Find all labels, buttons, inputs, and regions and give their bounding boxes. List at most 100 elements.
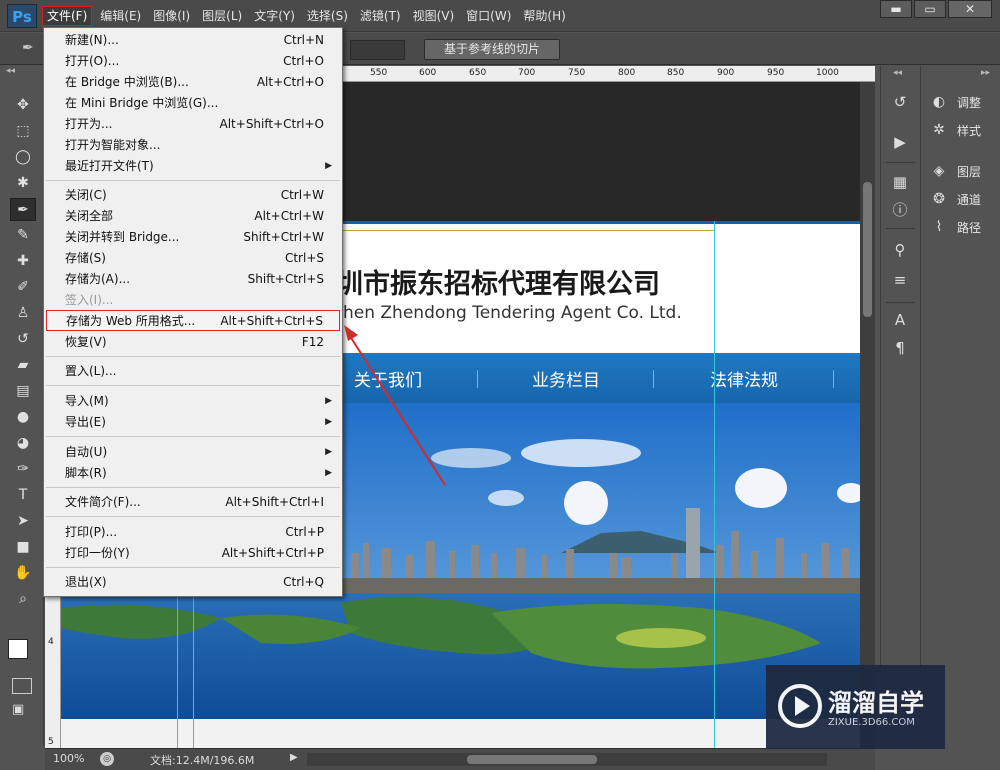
menu-item-print-one-copy[interactable]: 打印一份(Y) Alt+Shift+Ctrl+P	[46, 543, 340, 564]
path-selection-tool-icon[interactable]: ➤	[10, 510, 36, 533]
menu-item-export[interactable]: 导出(E) ▶	[46, 412, 340, 433]
panel-label: 通道	[957, 192, 982, 207]
type-tool-icon[interactable]: T	[10, 484, 36, 507]
healing-brush-tool-icon[interactable]: ✚	[10, 250, 36, 273]
menu-item-save-as[interactable]: 存储为(A)... Shift+Ctrl+S	[46, 269, 340, 290]
menu-item-import[interactable]: 导入(M) ▶	[46, 391, 340, 412]
menu-item-file-info[interactable]: 文件简介(F)... Alt+Shift+Ctrl+I	[46, 492, 340, 513]
menu-item-recent-files[interactable]: 最近打开文件(T) ▶	[46, 156, 340, 177]
tools-panel: ◂◂ ✥ ⬚ ◯ ✱ ✒ ✎ ✚ ✐ ♙ ↺ ▰ ▤ ● ◕ ✑ T ➤ ■ ✋…	[0, 66, 44, 746]
menu-item-label: 关闭(C)	[65, 188, 107, 202]
panel-tab-styles[interactable]: ✲ 样式	[929, 120, 981, 140]
menu-item-close-all[interactable]: 关闭全部 Alt+Ctrl+W	[46, 206, 340, 227]
menu-filter[interactable]: 滤镜(T)	[356, 6, 405, 26]
panel-tab-paths[interactable]: ⌇ 路径	[929, 217, 981, 237]
dodge-tool-icon[interactable]: ◕	[10, 432, 36, 455]
menu-item-open-smart-object[interactable]: 打开为智能对象...	[46, 135, 340, 156]
menu-edit[interactable]: 编辑(E)	[96, 6, 145, 26]
quick-mask-icon[interactable]	[12, 678, 32, 694]
brush-presets-panel-icon[interactable]: ⚲	[890, 240, 910, 260]
horizontal-scrollbar[interactable]	[307, 753, 827, 766]
lasso-tool-icon[interactable]: ◯	[10, 146, 36, 169]
maximize-button[interactable]: ▭	[914, 0, 946, 18]
menu-type[interactable]: 文字(Y)	[250, 6, 299, 26]
menu-file[interactable]: 文件(F)	[42, 6, 93, 26]
panel-tab-layers[interactable]: ◈ 图层	[929, 161, 981, 181]
brush-tool-icon[interactable]: ✐	[10, 276, 36, 299]
minimize-button[interactable]: ▬	[880, 0, 912, 18]
guide-line[interactable]	[714, 221, 715, 748]
eraser-tool-icon[interactable]: ▰	[10, 354, 36, 377]
guide-line[interactable]	[193, 586, 194, 748]
panel-label: 图层	[957, 164, 982, 179]
menu-item-place[interactable]: 置入(L)...	[46, 361, 340, 382]
panel-tab-adjustments[interactable]: ◐ 调整	[929, 92, 981, 112]
menu-image[interactable]: 图像(I)	[149, 6, 194, 26]
menu-item-close[interactable]: 关闭(C) Ctrl+W	[46, 185, 340, 206]
brush-panel-icon[interactable]: ≡	[890, 270, 910, 290]
menu-item-open-as[interactable]: 打开为... Alt+Shift+Ctrl+O	[46, 114, 340, 135]
shape-tool-icon[interactable]: ■	[10, 536, 36, 559]
menu-item-automate[interactable]: 自动(U) ▶	[46, 442, 340, 463]
properties-panel-icon[interactable]: ▦	[890, 172, 910, 192]
menu-item-label: 打印(P)...	[65, 525, 118, 539]
menu-item-exit[interactable]: 退出(X) Ctrl+Q	[46, 572, 340, 593]
menu-item-browse-bridge[interactable]: 在 Bridge 中浏览(B)... Alt+Ctrl+O	[46, 72, 340, 93]
blur-tool-icon[interactable]: ●	[10, 406, 36, 429]
character-panel-icon[interactable]: A	[890, 310, 910, 330]
menu-select[interactable]: 选择(S)	[303, 6, 352, 26]
watermark: 溜溜自学 ZIXUE.3D66.COM	[766, 665, 945, 749]
actions-panel-icon[interactable]: ▶	[890, 132, 910, 152]
paragraph-panel-icon[interactable]: ¶	[890, 338, 910, 358]
slices-from-guides-button[interactable]: 基于参考线的切片	[424, 39, 560, 60]
menu-item-browse-mini-bridge[interactable]: 在 Mini Bridge 中浏览(G)...	[46, 93, 340, 114]
collapse-arrows-icon[interactable]: ▸▸	[981, 68, 990, 78]
document-info-icon[interactable]: ◎	[100, 752, 114, 766]
history-brush-tool-icon[interactable]: ↺	[10, 328, 36, 351]
menu-item-print[interactable]: 打印(P)... Ctrl+P	[46, 522, 340, 543]
menu-item-open[interactable]: 打开(O)... Ctrl+O	[46, 51, 340, 72]
panel-tab-channels[interactable]: ❂ 通道	[929, 189, 981, 209]
menu-item-scripts[interactable]: 脚本(R) ▶	[46, 463, 340, 484]
foreground-color-swatch[interactable]	[8, 639, 28, 659]
guide-line[interactable]	[177, 586, 178, 748]
collapse-arrows-icon[interactable]: ◂◂	[893, 68, 902, 78]
menu-separator	[46, 385, 340, 386]
move-tool-icon[interactable]: ✥	[10, 94, 36, 117]
horizontal-scroll-thumb[interactable]	[467, 755, 597, 764]
menu-item-save-for-web[interactable]: 存储为 Web 所用格式... Alt+Shift+Ctrl+S	[46, 310, 340, 331]
zoom-level[interactable]: 100%	[53, 752, 84, 765]
close-button[interactable]: ✕	[948, 0, 992, 18]
eyedropper-tool-icon[interactable]: ✎	[10, 224, 36, 247]
nav-divider	[833, 370, 834, 388]
options-field[interactable]	[350, 40, 405, 60]
menu-view[interactable]: 视图(V)	[409, 6, 459, 26]
clone-stamp-tool-icon[interactable]: ♙	[10, 302, 36, 325]
slice-tool-icon[interactable]: ✒	[22, 40, 42, 58]
menu-window[interactable]: 窗口(W)	[462, 6, 515, 26]
menu-item-close-go-bridge[interactable]: 关闭并转到 Bridge... Shift+Ctrl+W	[46, 227, 340, 248]
history-panel-icon[interactable]: ↺	[890, 92, 910, 112]
menu-item-new[interactable]: 新建(N)... Ctrl+N	[46, 30, 340, 51]
menu-help[interactable]: 帮助(H)	[519, 6, 569, 26]
menu-layer[interactable]: 图层(L)	[198, 6, 246, 26]
hand-tool-icon[interactable]: ✋	[10, 562, 36, 585]
gradient-tool-icon[interactable]: ▤	[10, 380, 36, 403]
info-panel-icon[interactable]: ⓘ	[890, 200, 910, 220]
status-menu-arrow-icon[interactable]: ▶	[290, 752, 298, 763]
menu-item-save[interactable]: 存储(S) Ctrl+S	[46, 248, 340, 269]
magic-wand-tool-icon[interactable]: ✱	[10, 172, 36, 195]
vertical-scroll-thumb[interactable]	[863, 182, 872, 317]
menu-item-revert[interactable]: 恢复(V) F12	[46, 332, 340, 353]
menu-item-label: 新建(N)...	[65, 33, 119, 47]
color-swatches[interactable]	[8, 639, 38, 669]
collapse-arrows-icon[interactable]: ◂◂	[6, 66, 15, 76]
pen-tool-icon[interactable]: ✑	[10, 458, 36, 481]
vertical-scrollbar[interactable]	[860, 82, 875, 748]
menu-item-check-in: 签入(I)...	[46, 290, 340, 311]
slice-tool-icon[interactable]: ✒	[10, 198, 36, 221]
screen-mode-icon[interactable]: ▣	[12, 702, 32, 718]
zoom-tool-icon[interactable]: ⌕	[10, 588, 36, 611]
marquee-tool-icon[interactable]: ⬚	[10, 120, 36, 143]
panel-label: 调整	[957, 95, 982, 110]
